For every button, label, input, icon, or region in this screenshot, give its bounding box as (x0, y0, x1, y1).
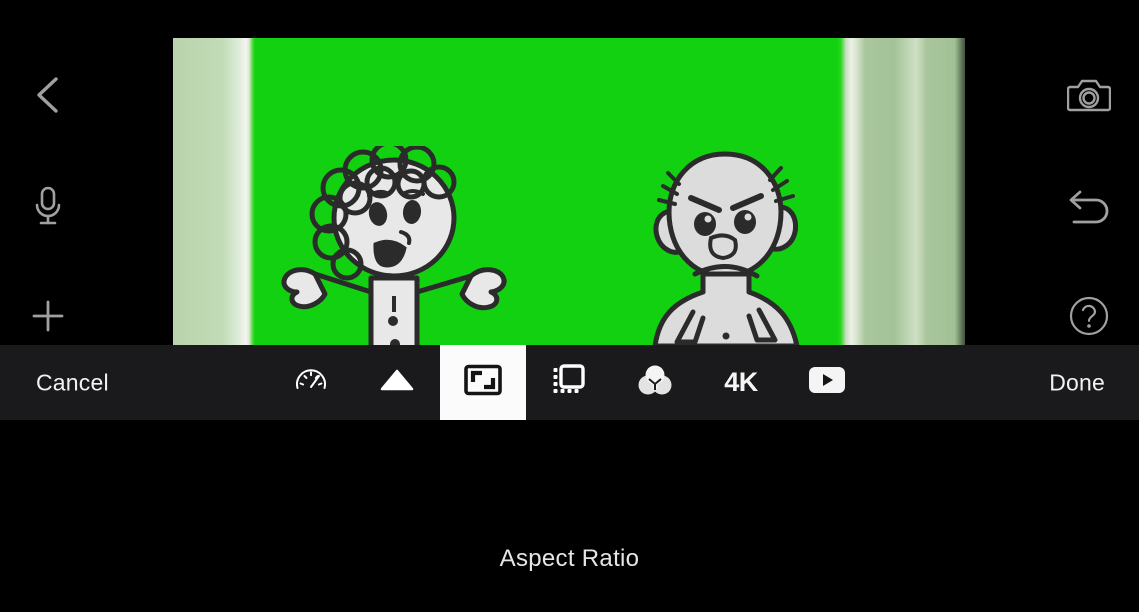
cancel-button[interactable]: Cancel (36, 369, 109, 396)
speedometer-icon (295, 365, 327, 400)
undo-arrow-icon (1066, 186, 1112, 231)
aspect-ratio-options (0, 420, 1139, 532)
color-tool[interactable] (612, 345, 698, 420)
volume-tool[interactable] (354, 345, 440, 420)
video-preview[interactable] (173, 38, 965, 345)
chevron-left-icon (31, 73, 65, 122)
back-button[interactable] (20, 69, 76, 125)
paper-band-left (173, 38, 255, 345)
editing-toolbar: Cancel 4K Done (0, 345, 1139, 420)
video-editor-screen: Cancel 4K Done Aspect Ratio (0, 0, 1139, 612)
crop-frame-icon (551, 363, 587, 402)
bald-character (633, 146, 823, 345)
help-button[interactable] (1061, 290, 1117, 346)
undo-button[interactable] (1061, 180, 1117, 236)
curly-hair-character (271, 146, 511, 345)
playback-tool[interactable] (784, 345, 870, 420)
paper-band-right (837, 38, 965, 345)
play-button-icon (807, 365, 847, 400)
microphone-icon (31, 184, 65, 233)
right-control-rail (965, 0, 1139, 345)
triangle-up-icon (380, 368, 414, 397)
left-control-rail (0, 0, 173, 345)
resolution-tool[interactable]: 4K (698, 345, 784, 420)
color-circles-icon (638, 364, 672, 401)
plus-icon (30, 298, 66, 339)
done-button[interactable]: Done (1049, 369, 1105, 396)
camera-icon (1066, 76, 1112, 119)
camera-button[interactable] (1061, 69, 1117, 125)
aspect-ratio-tool[interactable] (440, 345, 526, 420)
preview-area (0, 0, 1139, 345)
aspect-ratio-title: Aspect Ratio (499, 545, 640, 572)
add-button[interactable] (20, 290, 76, 346)
aspect-ratio-icon (464, 364, 502, 401)
speed-tool[interactable] (268, 345, 354, 420)
tool-strip: 4K (268, 345, 870, 420)
crop-tool[interactable] (526, 345, 612, 420)
text-4k-icon: 4K (724, 367, 758, 397)
question-mark-circle-icon (1068, 295, 1110, 342)
microphone-button[interactable] (20, 180, 76, 236)
